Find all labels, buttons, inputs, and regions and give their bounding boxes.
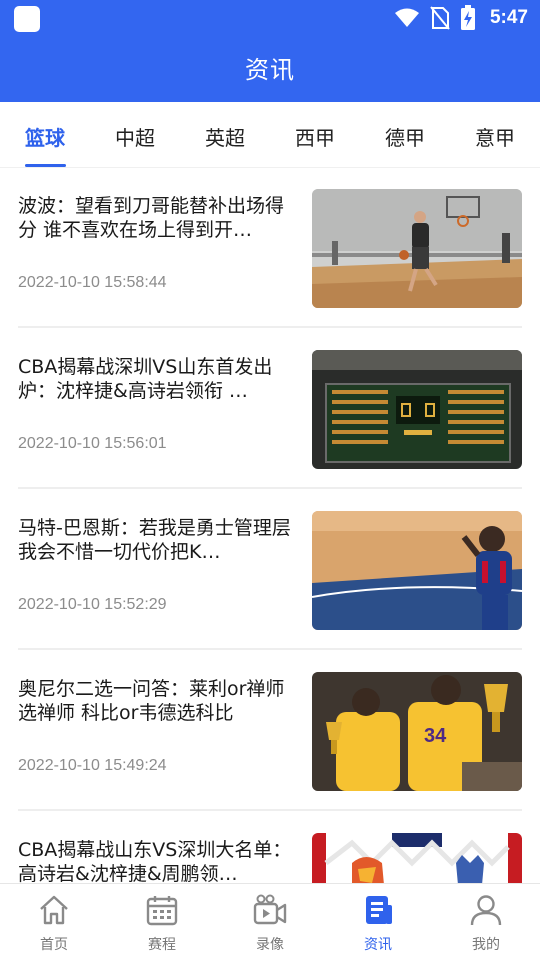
news-thumbnail[interactable] (312, 350, 522, 469)
news-time: 2022-10-10 15:56:01 (18, 435, 167, 452)
category-tabs: 篮球 中超 英超 西甲 德甲 意甲 (0, 102, 540, 168)
svg-text:34: 34 (424, 725, 447, 747)
nav-label: 资讯 (364, 937, 392, 953)
status-icons: 5:47 (394, 4, 528, 32)
tab-bundesliga[interactable]: 德甲 (385, 122, 425, 151)
news-title[interactable]: 马特-巴恩斯：若我是勇士管理层 我会不惜一切代价把K… (18, 516, 296, 564)
news-thumbnail[interactable]: 34 (312, 672, 522, 791)
nav-label: 我的 (472, 937, 500, 953)
video-icon (253, 894, 287, 925)
nav-news[interactable]: 资讯 (324, 884, 432, 960)
news-thumbnail[interactable] (312, 189, 522, 308)
news-icon (366, 896, 392, 924)
nav-home[interactable]: 首页 (0, 884, 108, 960)
news-item[interactable]: 奥尼尔二选一问答：莱利or禅师选禅师 科比or韦德选科比 2022-10-10 … (18, 651, 522, 812)
divider (18, 648, 522, 650)
notification-app-icon (14, 6, 40, 32)
news-title[interactable]: 波波：望看到刀哥能替补出场得分 谁不喜欢在场上得到开… (18, 194, 296, 242)
tab-serie-a[interactable]: 意甲 (475, 122, 515, 151)
news-item[interactable]: 马特-巴恩斯：若我是勇士管理层 我会不惜一切代价把K… 2022-10-10 1… (18, 490, 522, 651)
news-thumbnail[interactable] (312, 511, 522, 630)
tab-premier-league[interactable]: 英超 (205, 122, 245, 151)
status-clock: 5:47 (489, 7, 528, 28)
news-time: 2022-10-10 15:52:29 (18, 596, 167, 613)
news-time: 2022-10-10 15:49:24 (18, 757, 167, 774)
tab-la-liga[interactable]: 西甲 (295, 122, 335, 151)
news-thumbnail[interactable] (312, 833, 522, 883)
active-tab-indicator (25, 164, 66, 167)
nav-label: 首页 (40, 937, 68, 953)
divider (18, 326, 522, 328)
battery-charging-icon (460, 5, 475, 30)
calendar-icon (146, 896, 178, 926)
app-header: 5:47 资讯 (0, 0, 540, 102)
home-icon (40, 895, 68, 925)
nav-video[interactable]: 录像 (216, 884, 324, 960)
news-time: 2022-10-10 15:58:44 (18, 274, 167, 291)
nav-label: 录像 (256, 937, 284, 953)
news-title[interactable]: 奥尼尔二选一问答：莱利or禅师选禅师 科比or韦德选科比 (18, 677, 296, 725)
news-title[interactable]: CBA揭幕战深圳VS山东首发出炉：沈梓捷&高诗岩领衔 … (18, 355, 296, 403)
page-title: 资讯 (245, 56, 295, 84)
no-sim-icon (430, 6, 450, 30)
tab-basketball[interactable]: 篮球 (25, 122, 65, 151)
nav-schedule[interactable]: 赛程 (108, 884, 216, 960)
bottom-navigation: 首页 赛程 录像 资讯 我的 (0, 883, 540, 960)
tab-csl[interactable]: 中超 (115, 122, 155, 151)
profile-icon (470, 895, 502, 926)
news-item[interactable]: CBA揭幕战深圳VS山东首发出炉：沈梓捷&高诗岩领衔 … 2022-10-10 … (18, 329, 522, 490)
divider (18, 809, 522, 811)
news-list: 波波：望看到刀哥能替补出场得分 谁不喜欢在场上得到开… 2022-10-10 1… (0, 168, 540, 883)
status-bar: 5:47 (0, 0, 540, 36)
wifi-icon (394, 8, 419, 27)
news-item[interactable]: CBA揭幕战山东VS深圳大名单：高诗岩&沈梓捷&周鹏领… (18, 812, 522, 883)
nav-profile[interactable]: 我的 (432, 884, 540, 960)
news-title[interactable]: CBA揭幕战山东VS深圳大名单：高诗岩&沈梓捷&周鹏领… (18, 838, 296, 883)
nav-label: 赛程 (148, 937, 176, 953)
divider (18, 487, 522, 489)
news-item[interactable]: 波波：望看到刀哥能替补出场得分 谁不喜欢在场上得到开… 2022-10-10 1… (18, 168, 522, 329)
